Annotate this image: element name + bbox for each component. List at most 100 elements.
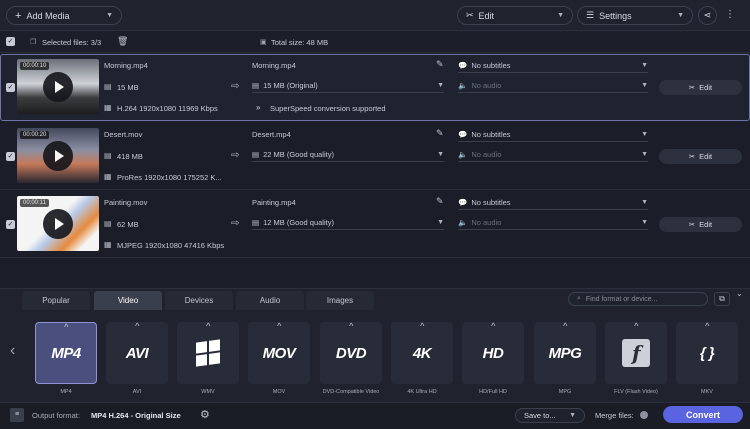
subtitles-icon: 💬 xyxy=(458,130,468,139)
format-logo-text: DVD xyxy=(335,344,367,362)
output-format-value: MP4 H.264 - Original Size xyxy=(91,411,181,420)
file-checkbox[interactable]: ✓ xyxy=(6,220,15,229)
play-icon[interactable] xyxy=(43,209,73,239)
file-size-icon: ▤ xyxy=(104,219,112,228)
output-size-label: 15 MB (Original) xyxy=(263,81,318,90)
video-info-icon: ▦ xyxy=(104,240,112,249)
source-filename: Painting.mov xyxy=(104,198,148,207)
add-media-button[interactable]: + Add Media ▼ xyxy=(6,6,122,25)
format-settings-icon[interactable]: ⧉ xyxy=(714,292,730,306)
chevron-up-icon: ^ xyxy=(563,321,567,331)
audio-select[interactable]: 🔈 No audio ▼ xyxy=(458,216,648,230)
scissors-icon: ✂ xyxy=(688,220,696,229)
rename-pencil-icon[interactable]: ✎ xyxy=(436,196,444,207)
disk-icon: ▣ xyxy=(260,39,267,46)
total-size: Total size: 48 MB xyxy=(271,38,329,47)
source-info: H.264 1920x1080 11969 Kbps xyxy=(117,104,218,113)
save-to-button[interactable]: Save to... ▼ xyxy=(515,408,585,423)
format-mpg[interactable]: ^ MPG xyxy=(534,321,596,384)
tab-images[interactable]: Images xyxy=(306,291,374,310)
settings-label: Settings xyxy=(599,10,632,21)
video-thumbnail[interactable]: 00:00:10 xyxy=(17,59,99,114)
output-size-select[interactable]: ▤ 12 MB (Good quality) ▼ xyxy=(252,216,444,230)
format-logo-text: AVI xyxy=(125,344,149,362)
tab-video[interactable]: Video xyxy=(94,291,162,310)
output-size-select[interactable]: ▤ 15 MB (Original) ▼ xyxy=(252,79,444,93)
share-icon: ⋖ xyxy=(703,10,712,20)
output-size-select[interactable]: ▤ 22 MB (Good quality) ▼ xyxy=(252,148,444,162)
video-info-icon: ▦ xyxy=(104,103,112,112)
format-avi[interactable]: ^ AVI xyxy=(106,321,168,384)
gear-icon[interactable]: ⚙ xyxy=(200,408,210,421)
settings-icon: ☰ xyxy=(586,10,595,20)
edit-file-button[interactable]: ✂ Edit xyxy=(659,217,742,232)
chevron-up-icon: ^ xyxy=(277,321,281,331)
merge-files-toggle[interactable] xyxy=(640,411,648,419)
chevron-up-icon: ^ xyxy=(634,321,638,331)
chevron-down-icon: ▼ xyxy=(437,82,444,89)
share-button[interactable]: ⋖ xyxy=(698,6,717,25)
subtitles-icon: 💬 xyxy=(458,198,468,207)
format-4k-ultra-hd[interactable]: ^ 4K xyxy=(391,321,453,384)
format-logo-text: MPG xyxy=(548,344,582,362)
rename-pencil-icon[interactable]: ✎ xyxy=(436,128,444,139)
subtitles-select[interactable]: 💬 No subtitles ▼ xyxy=(458,59,648,73)
rename-pencil-icon[interactable]: ✎ xyxy=(436,59,444,70)
more-options-icon[interactable]: ⋮ xyxy=(725,10,735,20)
subtitles-label: No subtitles xyxy=(471,198,511,207)
chevron-down-icon: ▼ xyxy=(641,151,648,158)
file-size-icon: ▤ xyxy=(104,151,112,160)
audio-select[interactable]: 🔈 No audio ▼ xyxy=(458,148,648,162)
format-mkv[interactable]: ^ { } xyxy=(676,321,738,384)
output-size-label: 22 MB (Good quality) xyxy=(263,150,334,159)
play-icon[interactable] xyxy=(43,72,73,102)
format-flv-flash-video[interactable]: ^ f xyxy=(605,321,667,384)
play-icon[interactable] xyxy=(43,141,73,171)
scissors-icon: ✂ xyxy=(688,83,696,92)
superspeed-note: SuperSpeed conversion supported xyxy=(270,104,386,113)
tab-audio[interactable]: Audio xyxy=(236,291,304,310)
tab-devices[interactable]: Devices xyxy=(165,291,233,310)
file-checkbox[interactable]: ✓ xyxy=(6,152,15,161)
edit-menu-label: Edit xyxy=(478,10,495,21)
scroll-left-icon[interactable]: ‹ xyxy=(10,342,15,360)
subtitles-select[interactable]: 💬 No subtitles ▼ xyxy=(458,196,648,210)
selection-bar xyxy=(0,31,750,53)
source-filename: Desert.mov xyxy=(104,130,143,139)
chevron-down-icon: ▼ xyxy=(437,151,444,158)
edit-file-button[interactable]: ✂ Edit xyxy=(659,149,742,164)
trash-icon[interactable]: 🗑 xyxy=(117,36,128,47)
format-logo-text: 4K xyxy=(412,344,432,362)
collapse-panel-icon[interactable]: ⌄ xyxy=(736,289,743,298)
video-thumbnail[interactable]: 00:00:20 xyxy=(17,128,99,183)
tab-popular[interactable]: Popular xyxy=(22,291,90,310)
settings-button[interactable]: ☰ Settings ▼ xyxy=(577,6,693,25)
video-thumbnail[interactable]: 00:00:11 xyxy=(17,196,99,251)
format-hd-full-hd[interactable]: ^ HD xyxy=(462,321,524,384)
source-filename: Morning.mp4 xyxy=(104,61,148,70)
audio-select[interactable]: 🔈 No audio ▼ xyxy=(458,79,648,93)
format-mp4[interactable]: ^ MP4 xyxy=(35,322,97,384)
format-mov[interactable]: ^ MOV xyxy=(248,321,310,384)
output-format-label: Output format: xyxy=(32,411,80,420)
flash-logo-icon: f xyxy=(622,339,650,367)
format-wmv[interactable]: ^ xyxy=(177,321,239,384)
audio-icon: 🔈 xyxy=(458,81,468,90)
select-all-checkbox[interactable]: ✓ xyxy=(6,37,15,46)
edit-file-button[interactable]: ✂ Edit xyxy=(659,80,742,95)
format-search-input[interactable]: ⌕ Find format or device... xyxy=(568,292,708,306)
chevron-up-icon: ^ xyxy=(64,322,68,332)
chevron-up-icon: ^ xyxy=(135,321,139,331)
file-icon: ▤ xyxy=(252,150,260,159)
file-checkbox[interactable]: ✓ xyxy=(6,83,15,92)
convert-button[interactable]: Convert xyxy=(663,406,743,423)
subtitles-select[interactable]: 💬 No subtitles ▼ xyxy=(458,128,648,142)
audio-label: No audio xyxy=(471,218,502,227)
audio-label: No audio xyxy=(471,150,502,159)
format-logo-text: MOV xyxy=(262,344,296,362)
audio-label: No audio xyxy=(471,81,502,90)
edit-file-label: Edit xyxy=(699,220,713,229)
format-dvd-compatible-video[interactable]: ^ DVD xyxy=(320,321,382,384)
chevron-down-icon: ▼ xyxy=(437,219,444,226)
edit-menu-button[interactable]: ✂ Edit ▼ xyxy=(457,6,573,25)
